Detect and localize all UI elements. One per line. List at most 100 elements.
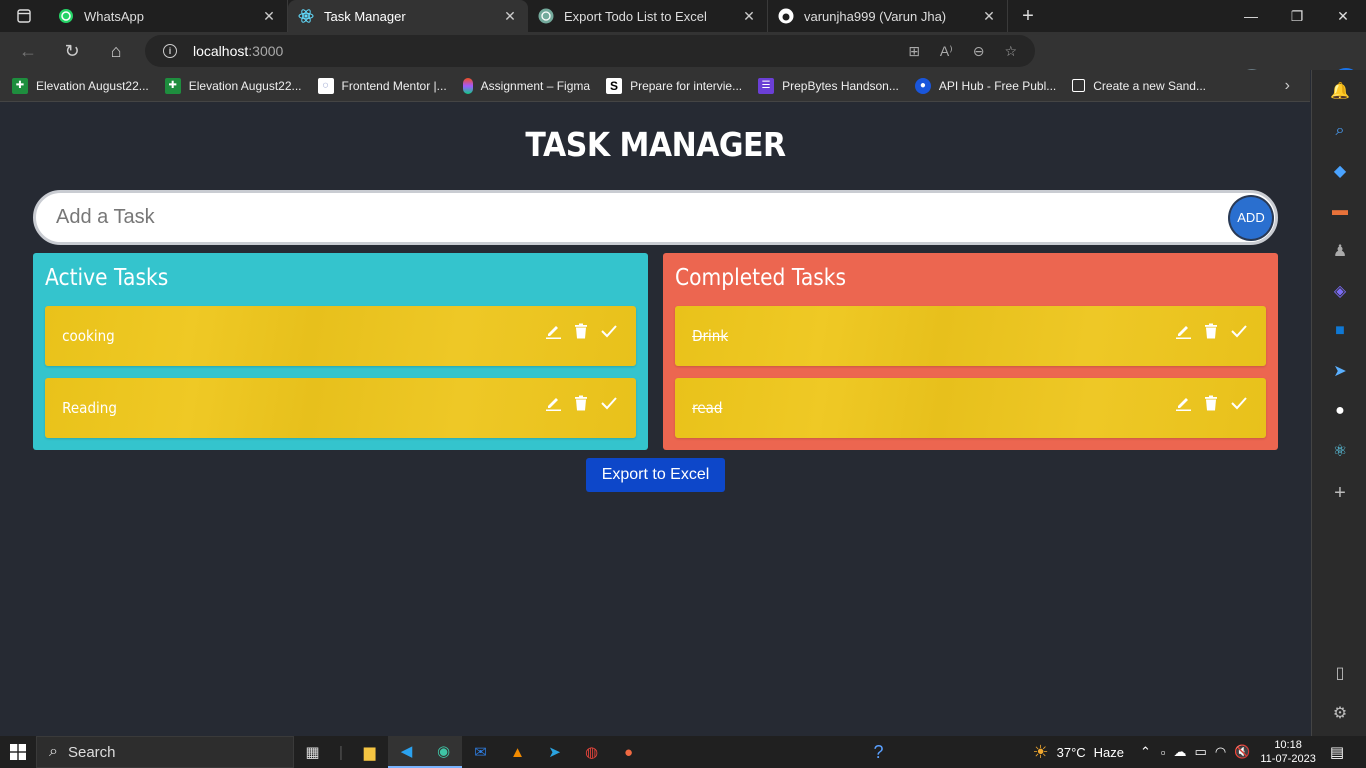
clock-time: 10:18: [1274, 739, 1302, 751]
edit-pencil-icon[interactable]: [1174, 394, 1192, 412]
vscode-icon[interactable]: ◀: [388, 736, 425, 768]
wifi-icon[interactable]: ◠: [1215, 744, 1226, 760]
taskbar-clock[interactable]: 10:18 11-07-2023: [1260, 738, 1315, 766]
url-bar[interactable]: i localhost:3000 ⊞ A⁾ ⊖ ☆: [145, 35, 1035, 67]
favorite-item[interactable]: Assignment – Figma: [462, 77, 590, 94]
sheets-icon: ✚: [164, 77, 181, 94]
close-icon[interactable]: ✕: [741, 8, 757, 25]
chevron-up-icon[interactable]: ⌃: [1140, 744, 1151, 760]
restore-icon[interactable]: ❐: [1274, 0, 1320, 32]
mail-icon[interactable]: ✉: [462, 736, 499, 768]
volume-mute-icon[interactable]: 🔇: [1234, 744, 1250, 760]
active-tasks-panel: Active Tasks cooking Reading: [33, 253, 648, 450]
favorite-item[interactable]: ✚ Elevation August22...: [164, 77, 302, 94]
games-icon[interactable]: ♟: [1329, 240, 1351, 262]
microsoft365-icon[interactable]: ◈: [1329, 280, 1351, 302]
windows-start-icon[interactable]: [0, 744, 36, 760]
telegram-icon[interactable]: ➤: [536, 736, 573, 768]
back-icon[interactable]: ←: [6, 32, 50, 70]
trash-icon[interactable]: [1202, 394, 1220, 412]
tools-icon[interactable]: ▬: [1329, 200, 1351, 222]
settings-icon[interactable]: ⚙: [1329, 702, 1351, 724]
zoom-icon[interactable]: ⊖: [973, 43, 985, 60]
chrome-icon[interactable]: ◍: [573, 736, 610, 768]
app-available-icon[interactable]: ⊞: [908, 43, 920, 60]
edit-pencil-icon[interactable]: [544, 394, 562, 412]
page-viewport: TASK MANAGER ADD Active Tasks cooking Re…: [0, 102, 1311, 736]
weather-temp: 37°C: [1056, 744, 1086, 760]
favorite-label: Elevation August22...: [36, 78, 149, 93]
tab-actions-icon[interactable]: [0, 0, 48, 32]
battery-icon[interactable]: ▭: [1195, 744, 1207, 760]
trash-icon[interactable]: [572, 322, 590, 340]
task-card[interactable]: cooking: [45, 306, 636, 366]
add-task-form: ADD: [33, 190, 1278, 245]
windows-taskbar: ⌕ Search ▦ | ▆ ◀ ◉ ✉ ▲ ➤ ◍ ● ? ☀ 37°C Ha…: [0, 736, 1366, 768]
trash-icon[interactable]: [1202, 322, 1220, 340]
favorite-item[interactable]: ✚ Elevation August22...: [12, 77, 149, 94]
favorite-item[interactable]: ◌ Frontend Mentor |...: [317, 77, 447, 94]
close-icon[interactable]: ✕: [981, 8, 997, 25]
task-card[interactable]: Reading: [45, 378, 636, 438]
minimize-icon[interactable]: —: [1228, 0, 1274, 32]
send-icon[interactable]: ➤: [1329, 360, 1351, 382]
favorite-item[interactable]: Create a new Sand...: [1072, 79, 1206, 93]
sandbox-icon: [1072, 79, 1086, 92]
home-icon[interactable]: ⌂: [94, 32, 138, 70]
completed-tasks-panel: Completed Tasks Drink read: [663, 253, 1278, 450]
check-icon[interactable]: [1230, 394, 1248, 412]
task-name: read: [692, 399, 723, 417]
trash-icon[interactable]: [572, 394, 590, 412]
refresh-icon[interactable]: ↻: [50, 32, 94, 70]
export-to-excel-button[interactable]: Export to Excel: [586, 458, 725, 492]
shopping-tag-icon[interactable]: ◆: [1329, 160, 1351, 182]
favorite-item[interactable]: S Prepare for intervie...: [606, 77, 742, 94]
taskbar-search-box[interactable]: ⌕ Search: [36, 736, 294, 768]
sidebar-panel-icon[interactable]: ▯: [1329, 662, 1351, 684]
add-icon[interactable]: +: [1329, 482, 1351, 504]
favorite-item[interactable]: ☰ PrepBytes Handson...: [758, 77, 899, 94]
task-view-icon[interactable]: ▦: [294, 736, 331, 768]
url-host: localhost: [193, 43, 249, 59]
tab-whatsapp[interactable]: WhatsApp ✕: [48, 0, 288, 32]
new-tab-button[interactable]: +: [1008, 0, 1048, 32]
check-icon[interactable]: [1230, 322, 1248, 340]
tab-title: Task Manager: [324, 8, 406, 24]
check-icon[interactable]: [600, 394, 618, 412]
read-aloud-icon[interactable]: A⁾: [940, 43, 953, 60]
tab-github[interactable]: varunjha999 (Varun Jha) ✕: [768, 0, 1008, 32]
search-icon: ⌕: [49, 743, 58, 760]
close-window-icon[interactable]: ✕: [1320, 0, 1366, 32]
react-icon[interactable]: ⚛: [1329, 440, 1351, 462]
add-task-input[interactable]: [36, 206, 1230, 229]
chevron-right-icon[interactable]: ›: [1285, 77, 1290, 95]
github-icon[interactable]: ●: [1329, 400, 1351, 422]
task-card[interactable]: Drink: [675, 306, 1266, 366]
git-client-icon[interactable]: ●: [610, 736, 647, 768]
tab-title: Export Todo List to Excel: [564, 8, 707, 24]
notifications-icon[interactable]: ▤: [1330, 743, 1344, 761]
frontend-mentor-icon: ◌: [317, 77, 334, 94]
search-icon[interactable]: ⌕: [1329, 120, 1351, 142]
edit-pencil-icon[interactable]: [1174, 322, 1192, 340]
bell-icon[interactable]: 🔔: [1329, 80, 1351, 102]
favorite-star-icon[interactable]: ☆: [1004, 43, 1017, 60]
help-icon[interactable]: ?: [860, 736, 897, 768]
tab-task-manager[interactable]: Task Manager ✕: [288, 0, 528, 32]
check-icon[interactable]: [600, 322, 618, 340]
edit-pencil-icon[interactable]: [544, 322, 562, 340]
favorite-item[interactable]: ● API Hub - Free Publ...: [914, 77, 1057, 94]
sheets-icon: ✚: [12, 77, 28, 94]
file-explorer-icon[interactable]: ▆: [351, 736, 388, 768]
task-card[interactable]: read: [675, 378, 1266, 438]
favorites-bar: ✚ Elevation August22... ✚ Elevation August…: [0, 70, 1310, 102]
tab-export-todo[interactable]: Export Todo List to Excel ✕: [528, 0, 768, 32]
vlc-icon[interactable]: ▲: [499, 736, 536, 768]
favorite-label: API Hub - Free Publ...: [938, 78, 1057, 93]
close-icon[interactable]: ✕: [261, 8, 277, 25]
site-info-icon[interactable]: i: [163, 44, 177, 58]
add-button[interactable]: ADD: [1230, 196, 1272, 239]
edge-icon[interactable]: ◉: [425, 736, 462, 768]
close-icon[interactable]: ✕: [502, 8, 518, 25]
outlook-icon[interactable]: ■: [1329, 320, 1351, 342]
